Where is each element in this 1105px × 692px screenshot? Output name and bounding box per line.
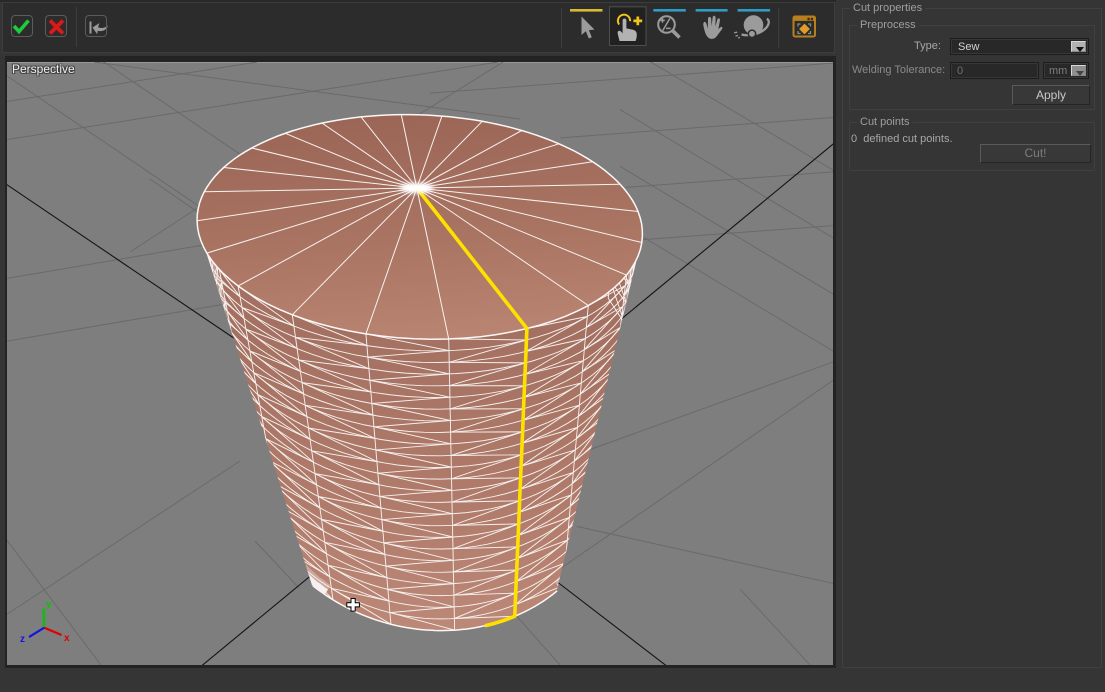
svg-text:y: y [46,599,52,610]
svg-text:z: z [20,634,25,645]
svg-text:x: x [64,633,70,644]
